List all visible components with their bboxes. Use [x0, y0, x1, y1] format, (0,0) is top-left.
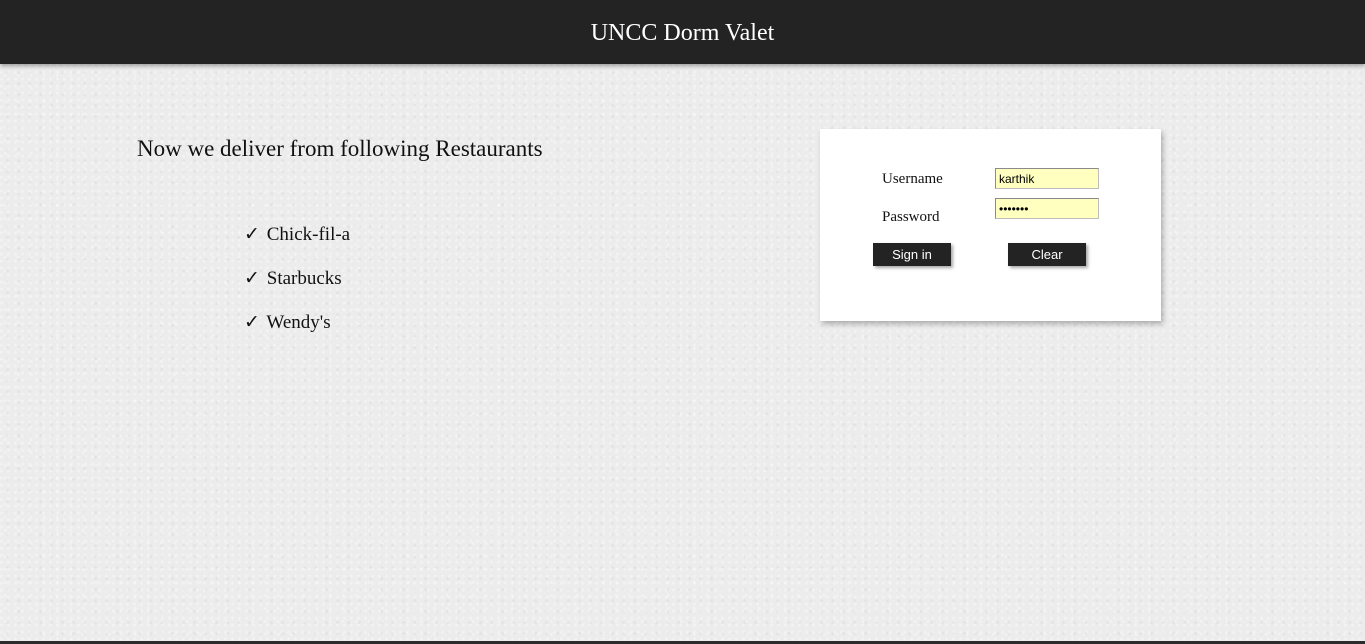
- clear-button[interactable]: Clear: [1008, 243, 1086, 266]
- app-header: UNCC Dorm Valet: [0, 0, 1365, 64]
- list-item: ✓ Chick-fil-a: [244, 220, 350, 264]
- restaurant-list: ✓ Chick-fil-a ✓ Starbucks ✓ Wendy's: [244, 220, 350, 352]
- login-card: Username Password Sign in Clear: [820, 129, 1161, 321]
- check-icon: ✓: [244, 311, 260, 333]
- check-icon: ✓: [244, 267, 260, 289]
- restaurant-name: Wendy's: [266, 312, 331, 333]
- username-field[interactable]: [995, 168, 1099, 189]
- list-item: ✓ Wendy's: [244, 308, 350, 352]
- password-label: Password: [882, 209, 940, 225]
- username-label: Username: [882, 171, 943, 187]
- sign-in-button[interactable]: Sign in: [873, 243, 951, 266]
- list-item: ✓ Starbucks: [244, 264, 350, 308]
- check-icon: ✓: [244, 223, 260, 245]
- restaurants-heading: Now we deliver from following Restaurant…: [137, 136, 543, 161]
- app-title: UNCC Dorm Valet: [590, 20, 775, 46]
- restaurant-name: Starbucks: [266, 268, 342, 289]
- restaurant-name: Chick-fil-a: [266, 224, 351, 245]
- password-field[interactable]: [995, 198, 1099, 219]
